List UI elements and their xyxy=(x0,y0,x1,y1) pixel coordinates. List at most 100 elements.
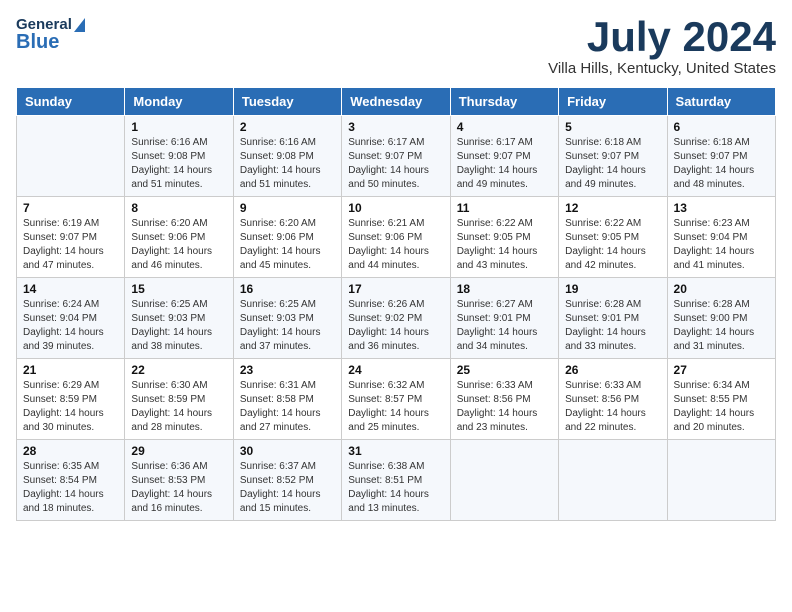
day-info: Sunrise: 6:31 AMSunset: 8:58 PMDaylight:… xyxy=(240,379,335,435)
calendar-cell: 29 Sunrise: 6:36 AMSunset: 8:53 PMDayligh… xyxy=(125,440,233,521)
day-number: 14 xyxy=(23,282,118,296)
calendar-cell: 10 Sunrise: 6:21 AMSunset: 9:06 PMDayligh… xyxy=(342,197,450,278)
day-number: 25 xyxy=(457,363,552,377)
calendar-cell: 27 Sunrise: 6:34 AMSunset: 8:55 PMDayligh… xyxy=(667,359,775,440)
week-row-3: 14Sunrise: 6:24 AMSunset: 9:04 PMDayligh… xyxy=(17,278,776,359)
day-info: Sunrise: 6:26 AMSunset: 9:02 PMDaylight:… xyxy=(348,298,443,354)
day-number: 21 xyxy=(23,363,118,377)
calendar-cell: 20 Sunrise: 6:28 AMSunset: 9:00 PMDayligh… xyxy=(667,278,775,359)
logo-text: General Blue xyxy=(16,16,85,54)
day-number: 8 xyxy=(131,201,226,215)
day-number: 24 xyxy=(348,363,443,377)
day-number: 9 xyxy=(240,201,335,215)
calendar-cell xyxy=(17,116,125,197)
calendar-cell: 18 Sunrise: 6:27 AMSunset: 9:01 PMDayligh… xyxy=(450,278,558,359)
calendar-cell: 23 Sunrise: 6:31 AMSunset: 8:58 PMDayligh… xyxy=(233,359,341,440)
calendar-cell: 24 Sunrise: 6:32 AMSunset: 8:57 PMDayligh… xyxy=(342,359,450,440)
header-day-wednesday: Wednesday xyxy=(342,88,450,116)
day-info: Sunrise: 6:16 AMSunset: 9:08 PMDaylight:… xyxy=(131,136,226,192)
header-day-sunday: Sunday xyxy=(17,88,125,116)
location: Villa Hills, Kentucky, United States xyxy=(548,60,776,77)
day-number: 5 xyxy=(565,120,660,134)
day-info: Sunrise: 6:25 AMSunset: 9:03 PMDaylight:… xyxy=(131,298,226,354)
calendar-cell: 14Sunrise: 6:24 AMSunset: 9:04 PMDayligh… xyxy=(17,278,125,359)
header-row: SundayMondayTuesdayWednesdayThursdayFrid… xyxy=(17,88,776,116)
week-row-5: 28Sunrise: 6:35 AMSunset: 8:54 PMDayligh… xyxy=(17,440,776,521)
day-number: 7 xyxy=(23,201,118,215)
day-number: 10 xyxy=(348,201,443,215)
day-number: 29 xyxy=(131,444,226,458)
header-day-tuesday: Tuesday xyxy=(233,88,341,116)
header-day-friday: Friday xyxy=(559,88,667,116)
calendar-cell: 16 Sunrise: 6:25 AMSunset: 9:03 PMDayligh… xyxy=(233,278,341,359)
day-info: Sunrise: 6:21 AMSunset: 9:06 PMDaylight:… xyxy=(348,217,443,273)
calendar-cell: 12Sunrise: 6:22 AMSunset: 9:05 PMDayligh… xyxy=(559,197,667,278)
day-info: Sunrise: 6:18 AMSunset: 9:07 PMDaylight:… xyxy=(565,136,660,192)
calendar-body: 1 Sunrise: 6:16 AMSunset: 9:08 PMDaylight… xyxy=(17,116,776,521)
calendar-cell: 15Sunrise: 6:25 AMSunset: 9:03 PMDayligh… xyxy=(125,278,233,359)
calendar-cell xyxy=(450,440,558,521)
day-number: 2 xyxy=(240,120,335,134)
day-number: 22 xyxy=(131,363,226,377)
header-day-saturday: Saturday xyxy=(667,88,775,116)
day-info: Sunrise: 6:20 AMSunset: 9:06 PMDaylight:… xyxy=(240,217,335,273)
calendar-cell: 5 Sunrise: 6:18 AMSunset: 9:07 PMDaylight… xyxy=(559,116,667,197)
day-info: Sunrise: 6:16 AMSunset: 9:08 PMDaylight:… xyxy=(240,136,335,192)
week-row-4: 21 Sunrise: 6:29 AMSunset: 8:59 PMDayligh… xyxy=(17,359,776,440)
day-info: Sunrise: 6:33 AMSunset: 8:56 PMDaylight:… xyxy=(565,379,660,435)
calendar-cell: 22 Sunrise: 6:30 AMSunset: 8:59 PMDayligh… xyxy=(125,359,233,440)
page-header: General Blue July 2024 Villa Hills, Kent… xyxy=(16,16,776,77)
day-info: Sunrise: 6:28 AMSunset: 9:01 PMDaylight:… xyxy=(565,298,660,354)
day-info: Sunrise: 6:34 AMSunset: 8:55 PMDaylight:… xyxy=(674,379,769,435)
day-info: Sunrise: 6:38 AMSunset: 8:51 PMDaylight:… xyxy=(348,460,443,516)
header-day-monday: Monday xyxy=(125,88,233,116)
week-row-2: 7 Sunrise: 6:19 AMSunset: 9:07 PMDaylight… xyxy=(17,197,776,278)
day-info: Sunrise: 6:37 AMSunset: 8:52 PMDaylight:… xyxy=(240,460,335,516)
day-number: 1 xyxy=(131,120,226,134)
calendar-cell: 8 Sunrise: 6:20 AMSunset: 9:06 PMDaylight… xyxy=(125,197,233,278)
day-number: 27 xyxy=(674,363,769,377)
day-number: 4 xyxy=(457,120,552,134)
calendar-cell: 6 Sunrise: 6:18 AMSunset: 9:07 PMDaylight… xyxy=(667,116,775,197)
day-info: Sunrise: 6:17 AMSunset: 9:07 PMDaylight:… xyxy=(348,136,443,192)
day-info: Sunrise: 6:20 AMSunset: 9:06 PMDaylight:… xyxy=(131,217,226,273)
day-info: Sunrise: 6:29 AMSunset: 8:59 PMDaylight:… xyxy=(23,379,118,435)
day-info: Sunrise: 6:32 AMSunset: 8:57 PMDaylight:… xyxy=(348,379,443,435)
day-info: Sunrise: 6:19 AMSunset: 9:07 PMDaylight:… xyxy=(23,217,118,273)
calendar-cell xyxy=(559,440,667,521)
calendar-table: SundayMondayTuesdayWednesdayThursdayFrid… xyxy=(16,87,776,521)
calendar-cell: 17Sunrise: 6:26 AMSunset: 9:02 PMDayligh… xyxy=(342,278,450,359)
day-number: 19 xyxy=(565,282,660,296)
month-title: July 2024 xyxy=(548,16,776,58)
day-number: 6 xyxy=(674,120,769,134)
day-number: 16 xyxy=(240,282,335,296)
logo: General Blue xyxy=(16,16,85,54)
calendar-cell: 11Sunrise: 6:22 AMSunset: 9:05 PMDayligh… xyxy=(450,197,558,278)
day-number: 11 xyxy=(457,201,552,215)
day-info: Sunrise: 6:36 AMSunset: 8:53 PMDaylight:… xyxy=(131,460,226,516)
day-number: 12 xyxy=(565,201,660,215)
title-block: July 2024 Villa Hills, Kentucky, United … xyxy=(548,16,776,77)
week-row-1: 1 Sunrise: 6:16 AMSunset: 9:08 PMDaylight… xyxy=(17,116,776,197)
day-number: 31 xyxy=(348,444,443,458)
day-number: 3 xyxy=(348,120,443,134)
day-info: Sunrise: 6:18 AMSunset: 9:07 PMDaylight:… xyxy=(674,136,769,192)
calendar-cell: 28Sunrise: 6:35 AMSunset: 8:54 PMDayligh… xyxy=(17,440,125,521)
calendar-cell: 25 Sunrise: 6:33 AMSunset: 8:56 PMDayligh… xyxy=(450,359,558,440)
calendar-cell: 4Sunrise: 6:17 AMSunset: 9:07 PMDaylight… xyxy=(450,116,558,197)
calendar-cell: 26Sunrise: 6:33 AMSunset: 8:56 PMDayligh… xyxy=(559,359,667,440)
calendar-cell: 3 Sunrise: 6:17 AMSunset: 9:07 PMDaylight… xyxy=(342,116,450,197)
calendar-cell: 7 Sunrise: 6:19 AMSunset: 9:07 PMDaylight… xyxy=(17,197,125,278)
calendar-cell: 21 Sunrise: 6:29 AMSunset: 8:59 PMDayligh… xyxy=(17,359,125,440)
day-info: Sunrise: 6:23 AMSunset: 9:04 PMDaylight:… xyxy=(674,217,769,273)
day-info: Sunrise: 6:30 AMSunset: 8:59 PMDaylight:… xyxy=(131,379,226,435)
day-number: 23 xyxy=(240,363,335,377)
day-info: Sunrise: 6:27 AMSunset: 9:01 PMDaylight:… xyxy=(457,298,552,354)
calendar-cell: 9 Sunrise: 6:20 AMSunset: 9:06 PMDaylight… xyxy=(233,197,341,278)
day-number: 18 xyxy=(457,282,552,296)
day-info: Sunrise: 6:25 AMSunset: 9:03 PMDaylight:… xyxy=(240,298,335,354)
day-number: 20 xyxy=(674,282,769,296)
day-info: Sunrise: 6:33 AMSunset: 8:56 PMDaylight:… xyxy=(457,379,552,435)
day-info: Sunrise: 6:28 AMSunset: 9:00 PMDaylight:… xyxy=(674,298,769,354)
calendar-cell: 13Sunrise: 6:23 AMSunset: 9:04 PMDayligh… xyxy=(667,197,775,278)
